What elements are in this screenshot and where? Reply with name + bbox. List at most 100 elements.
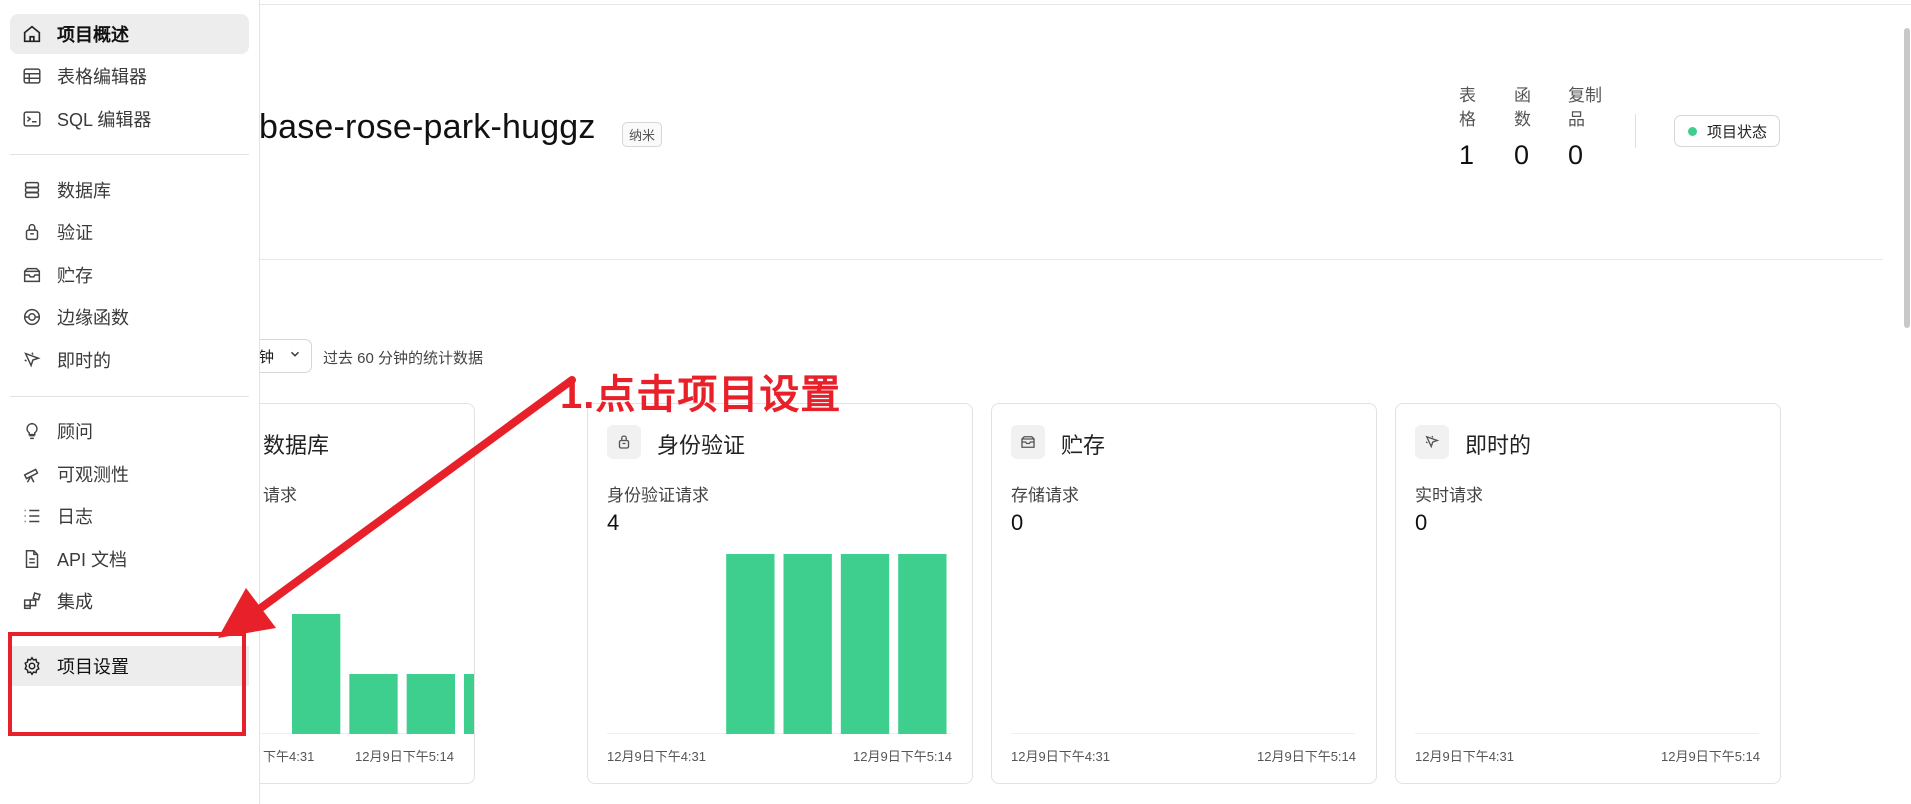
- lock-icon: [21, 221, 43, 243]
- card-chart: [1415, 733, 1759, 734]
- terminal-icon: [21, 108, 43, 130]
- sidebar-item-label: SQL 编辑器: [57, 110, 152, 130]
- sidebar-item-database[interactable]: 数据库: [10, 170, 249, 210]
- chart-bar: [406, 674, 455, 734]
- tick-start: 12月9日下午4:31: [607, 749, 706, 764]
- tick-start: 下午4:31: [263, 749, 315, 764]
- gear-icon: [21, 655, 43, 677]
- sidebar-item-label: 贮存: [57, 266, 93, 286]
- section-divider: [259, 259, 1883, 260]
- plan-badge: 纳米: [622, 122, 663, 147]
- sidebar-item-label: 项目概述: [57, 25, 129, 45]
- card-value: 0: [1415, 510, 1428, 535]
- sidebar-item-label: 集成: [57, 592, 93, 612]
- tick-start: 12月9日下午4:31: [1011, 749, 1110, 764]
- card-chart: [1011, 733, 1355, 734]
- table-icon: [21, 65, 43, 87]
- database-icon: [21, 179, 43, 201]
- sidebar-item-label: 验证: [57, 223, 93, 243]
- main-content: base-rose-park-huggz 纳米 表格 1 函数 0 复制品 0 …: [89, 0, 1911, 804]
- sidebar-item-label: 表格编辑器: [57, 67, 147, 87]
- sidebar-item-label: 可观测性: [57, 465, 129, 485]
- chevron-down-icon: [288, 347, 302, 365]
- annotation-text: 1.点击项目设置: [560, 373, 842, 417]
- sidebar-item-storage[interactable]: 贮存: [10, 255, 249, 295]
- card-chart: [607, 554, 951, 734]
- telescope-icon: [21, 463, 43, 485]
- archive-icon: [1011, 425, 1045, 459]
- cursor-icon: [21, 349, 43, 371]
- sidebar-item-project-settings[interactable]: 项目设置: [10, 646, 249, 686]
- chart-bar: [292, 614, 341, 734]
- tick-end: 12月9日下午5:14: [1257, 749, 1356, 764]
- sidebar-item-api-docs[interactable]: API 文档: [10, 539, 249, 579]
- sidebar-item-label: 顾问: [57, 422, 93, 442]
- sidebar: 项目概述 表格编辑器 SQL 编辑器 数据库 验证 贮存 边缘函数 即时的 顾问…: [0, 0, 260, 804]
- sidebar-item-table-editor[interactable]: 表格编辑器: [10, 56, 249, 96]
- stats-divider: [1635, 114, 1636, 148]
- sidebar-item-realtime[interactable]: 即时的: [10, 340, 249, 380]
- tick-end: 12月9日下午5:14: [853, 749, 952, 764]
- lock-icon: [607, 425, 641, 459]
- card-title: 身份验证: [657, 433, 746, 458]
- card-storage[interactable]: 贮存 存储请求 0 12月9日下午4:31 12月9日下午5:14: [991, 403, 1377, 784]
- card-title: 即时的: [1465, 433, 1532, 458]
- list-icon: [21, 505, 43, 527]
- blocks-icon: [21, 590, 43, 612]
- stat-value: 1: [1459, 140, 1475, 170]
- sidebar-item-observability[interactable]: 可观测性: [10, 454, 249, 494]
- sidebar-item-sql-editor[interactable]: SQL 编辑器: [10, 99, 249, 139]
- card-subtitle: 请求: [263, 486, 297, 505]
- project-title: base-rose-park-huggz: [259, 108, 596, 146]
- sidebar-item-overview[interactable]: 项目概述: [10, 14, 249, 54]
- select-value: 钟: [259, 348, 275, 366]
- tick-start: 12月9日下午4:31: [1415, 749, 1514, 764]
- stats-description: 过去 60 分钟的统计数据: [323, 350, 484, 367]
- document-icon: [21, 548, 43, 570]
- time-range-select[interactable]: 钟: [259, 339, 312, 373]
- stat-value: 0: [1514, 140, 1530, 170]
- globe-icon: [21, 306, 43, 328]
- tick-end: 12月9日下午5:14: [355, 749, 454, 764]
- sidebar-item-label: API 文档: [57, 550, 128, 570]
- card-title: 数据库: [263, 433, 330, 458]
- project-status-button[interactable]: 项目状态: [1674, 115, 1780, 147]
- chart-bar: [726, 554, 775, 734]
- sidebar-item-advisors[interactable]: 顾问: [10, 411, 249, 451]
- card-value: 4: [607, 510, 620, 535]
- sidebar-item-auth[interactable]: 验证: [10, 212, 249, 252]
- sidebar-item-label: 项目设置: [57, 657, 129, 677]
- sidebar-item-label: 日志: [57, 507, 93, 527]
- archive-icon: [21, 264, 43, 286]
- stat-functions[interactable]: 函数 0: [1514, 84, 1562, 170]
- sidebar-item-edge-functions[interactable]: 边缘函数: [10, 297, 249, 337]
- cursor-icon: [1415, 425, 1449, 459]
- sidebar-item-logs[interactable]: 日志: [10, 496, 249, 536]
- sidebar-divider: [10, 154, 249, 155]
- chart-bar: [898, 554, 947, 734]
- card-subtitle: 实时请求: [1415, 486, 1483, 505]
- sidebar-item-label: 数据库: [57, 181, 111, 201]
- stat-replicas[interactable]: 复制品 0: [1568, 84, 1616, 170]
- card-title: 贮存: [1061, 433, 1106, 458]
- sidebar-divider: [10, 396, 249, 397]
- chart-bar: [783, 554, 832, 734]
- card-realtime[interactable]: 即时的 实时请求 0 12月9日下午4:31 12月9日下午5:14: [1395, 403, 1781, 784]
- sidebar-item-integrations[interactable]: 集成: [10, 581, 249, 621]
- stat-label: 表格: [1459, 86, 1476, 129]
- stat-label: 复制品: [1568, 86, 1602, 129]
- vertical-scrollbar[interactable]: [1904, 28, 1910, 328]
- chart-bar: [464, 674, 474, 734]
- card-auth[interactable]: 身份验证 身份验证请求 4 12月9日下午4:31 12月9日下午5:14: [587, 403, 973, 784]
- stat-tables[interactable]: 表格 1: [1459, 84, 1507, 170]
- stat-value: 0: [1568, 140, 1584, 170]
- sidebar-item-label: 即时的: [57, 351, 111, 371]
- chart-bar: [349, 674, 398, 734]
- card-subtitle: 身份验证请求: [607, 486, 709, 505]
- status-label: 项目状态: [1707, 123, 1768, 141]
- lightbulb-icon: [21, 420, 43, 442]
- status-dot: [1688, 126, 1697, 136]
- card-subtitle: 存储请求: [1011, 486, 1079, 505]
- stat-label: 函数: [1514, 86, 1531, 129]
- sidebar-item-label: 边缘函数: [57, 308, 129, 328]
